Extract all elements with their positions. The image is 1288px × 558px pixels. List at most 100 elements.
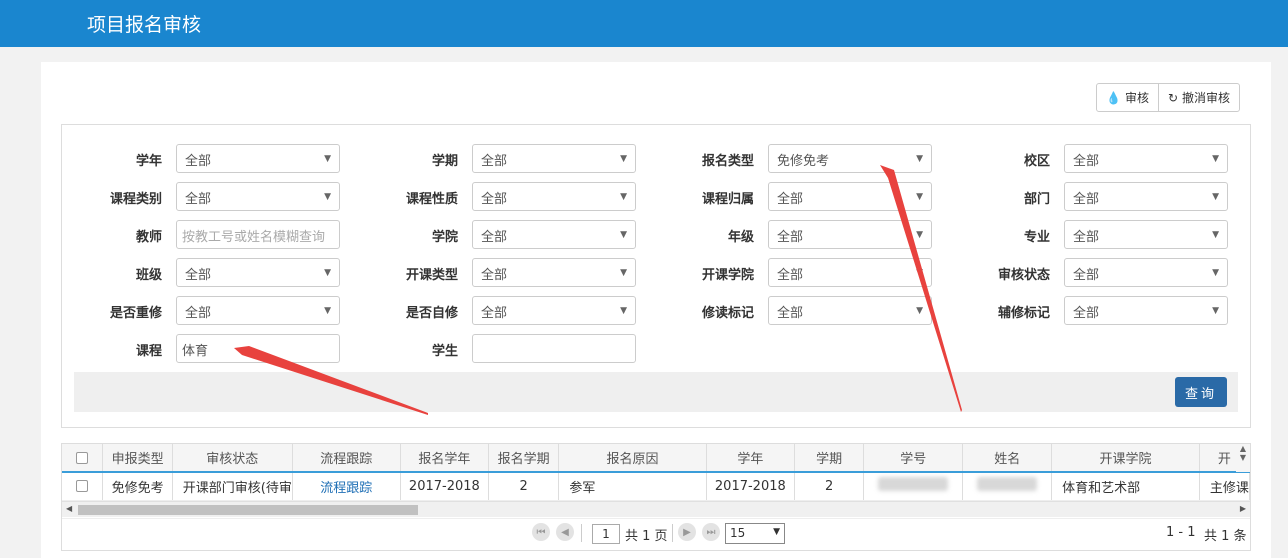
table-row[interactable]: 免修免考 开课部门审核(待审 流程跟踪 2017-2018 2 参军 2017-… — [62, 472, 1250, 501]
column-header[interactable]: 开课学院 — [1051, 444, 1200, 473]
page-size-select[interactable]: 15 ▼ — [725, 523, 785, 544]
cancel-audit-button[interactable]: ↻ 撤消审核 — [1157, 84, 1239, 111]
label-campus: 校区 — [1023, 154, 1050, 169]
cell-name — [962, 472, 1053, 501]
campus-value: 全部 — [1073, 154, 1100, 169]
course-category-select[interactable]: 全部 ▼ — [176, 182, 340, 211]
vertical-scrollbar[interactable]: ▲ ▼ — [1236, 444, 1250, 472]
student-input[interactable] — [472, 334, 636, 363]
course-owner-select[interactable]: 全部 ▼ — [768, 182, 932, 211]
campus-select[interactable]: 全部 ▼ — [1064, 144, 1228, 173]
minor-mark-value: 全部 — [1073, 306, 1100, 321]
column-header[interactable]: 学期 — [794, 444, 865, 473]
redacted-student-id — [878, 477, 949, 492]
enroll-type-value: 免修免考 — [777, 154, 830, 169]
chevron-down-icon: ▼ — [620, 192, 627, 202]
chevron-down-icon: ▼ — [773, 527, 780, 537]
chevron-down-icon: ▼ — [916, 192, 923, 202]
course-nature-select[interactable]: 全部 ▼ — [472, 182, 636, 211]
page-number-input[interactable]: 1 — [592, 524, 620, 544]
row-select-cell[interactable] — [62, 472, 104, 501]
table-header-row: 申报类型 审核状态 流程跟踪 报名学年 报名学期 报名原因 学年 学期 学号 姓… — [62, 444, 1250, 473]
label-college: 学院 — [431, 230, 458, 245]
label-minor-mark: 辅修标记 — [997, 306, 1050, 321]
label-class: 班级 — [135, 268, 162, 283]
column-header[interactable]: 审核状态 — [172, 444, 293, 473]
cell-reason: 参军 — [558, 472, 707, 501]
label-grade: 年级 — [727, 230, 754, 245]
select-all-checkbox[interactable] — [76, 451, 89, 464]
study-mark-value: 全部 — [777, 306, 804, 321]
is-self-study-select[interactable]: 全部 ▼ — [472, 296, 636, 325]
offering-type-select[interactable]: 全部 ▼ — [472, 258, 636, 287]
prev-page-icon[interactable]: ◀ — [556, 523, 574, 541]
results-table: 申报类型 审核状态 流程跟踪 报名学年 报名学期 报名原因 学年 学期 学号 姓… — [62, 444, 1250, 501]
cell-enroll-type: 免修免考 — [102, 472, 173, 501]
column-header[interactable]: 姓名 — [962, 444, 1053, 473]
major-select[interactable]: 全部 ▼ — [1064, 220, 1228, 249]
last-page-icon[interactable]: ⏭ — [702, 523, 720, 541]
first-page-icon[interactable]: ⏮ — [532, 523, 550, 541]
chevron-down-icon: ▼ — [620, 268, 627, 278]
refresh-icon: ↻ — [1167, 90, 1179, 105]
academic-year-value: 全部 — [185, 154, 212, 169]
is-self-study-value: 全部 — [481, 306, 508, 321]
chevron-down-icon: ▼ — [324, 306, 331, 316]
chevron-down-icon: ▼ — [324, 268, 331, 278]
label-study-mark: 修读标记 — [701, 306, 754, 321]
label-is-self-study: 是否自修 — [405, 306, 458, 321]
column-header[interactable]: 流程跟踪 — [292, 444, 401, 473]
column-header[interactable]: 学号 — [863, 444, 964, 473]
label-enroll-type: 报名类型 — [701, 154, 754, 169]
chevron-down-icon: ▼ — [916, 306, 923, 316]
scroll-left-icon[interactable]: ◀ — [66, 504, 72, 513]
next-page-icon[interactable]: ▶ — [678, 523, 696, 541]
column-header[interactable]: 报名学年 — [400, 444, 490, 473]
semester-select[interactable]: 全部 ▼ — [472, 144, 636, 173]
department-select[interactable]: 全部 ▼ — [1064, 182, 1228, 211]
horizontal-scrollbar[interactable]: ◀ ▶ — [62, 501, 1250, 517]
chevron-down-icon: ▼ — [324, 154, 331, 164]
enroll-type-select[interactable]: 免修免考 ▼ — [768, 144, 932, 173]
audit-status-select[interactable]: 全部 ▼ — [1064, 258, 1228, 287]
chevron-down-icon: ▼ — [1212, 230, 1219, 240]
is-retake-select[interactable]: 全部 ▼ — [176, 296, 340, 325]
course-input[interactable]: 体育 — [176, 334, 340, 363]
cell-offering-college: 体育和艺术部 — [1051, 472, 1200, 501]
minor-mark-select[interactable]: 全部 ▼ — [1064, 296, 1228, 325]
page-size-value: 15 — [730, 526, 746, 540]
drop-icon: 💧 — [1106, 90, 1121, 105]
offering-college-select[interactable]: 全部 ▼ — [768, 258, 932, 287]
select-all-cell[interactable] — [62, 444, 104, 473]
academic-year-select[interactable]: 全部 ▼ — [176, 144, 340, 173]
class-select[interactable]: 全部 ▼ — [176, 258, 340, 287]
cell-term: 2 — [794, 472, 865, 501]
chevron-down-icon: ▼ — [1212, 306, 1219, 316]
chevron-down-icon: ▼ — [620, 306, 627, 316]
college-select[interactable]: 全部 ▼ — [472, 220, 636, 249]
chevron-down-icon: ▼ — [324, 192, 331, 202]
cell-enroll-year: 2017-2018 — [400, 472, 490, 501]
label-offering-college: 开课学院 — [701, 268, 754, 283]
grade-select[interactable]: 全部 ▼ — [768, 220, 932, 249]
audit-button-label: 审核 — [1124, 91, 1149, 105]
audit-button[interactable]: 💧 审核 — [1097, 84, 1158, 111]
column-header[interactable]: 报名学期 — [488, 444, 560, 473]
label-department: 部门 — [1023, 192, 1050, 207]
study-mark-select[interactable]: 全部 ▼ — [768, 296, 932, 325]
cell-audit-status: 开课部门审核(待审 — [172, 472, 293, 501]
label-course-owner: 课程归属 — [701, 192, 754, 207]
scrollbar-thumb[interactable] — [78, 505, 418, 515]
scroll-right-icon[interactable]: ▶ — [1240, 504, 1246, 513]
teacher-input[interactable]: 按教工号或姓名模糊查询 — [176, 220, 340, 249]
pager-divider — [581, 524, 582, 542]
column-header[interactable]: 学年 — [706, 444, 796, 473]
label-course-nature: 课程性质 — [405, 192, 458, 207]
row-checkbox[interactable] — [76, 480, 89, 493]
column-header[interactable]: 申报类型 — [102, 444, 173, 473]
chevron-down-icon: ▼ — [620, 230, 627, 240]
process-track-link[interactable]: 流程跟踪 — [292, 472, 401, 501]
query-button[interactable]: 查询 — [1175, 377, 1227, 407]
column-header[interactable]: 报名原因 — [558, 444, 707, 473]
label-offering-type: 开课类型 — [405, 268, 458, 283]
